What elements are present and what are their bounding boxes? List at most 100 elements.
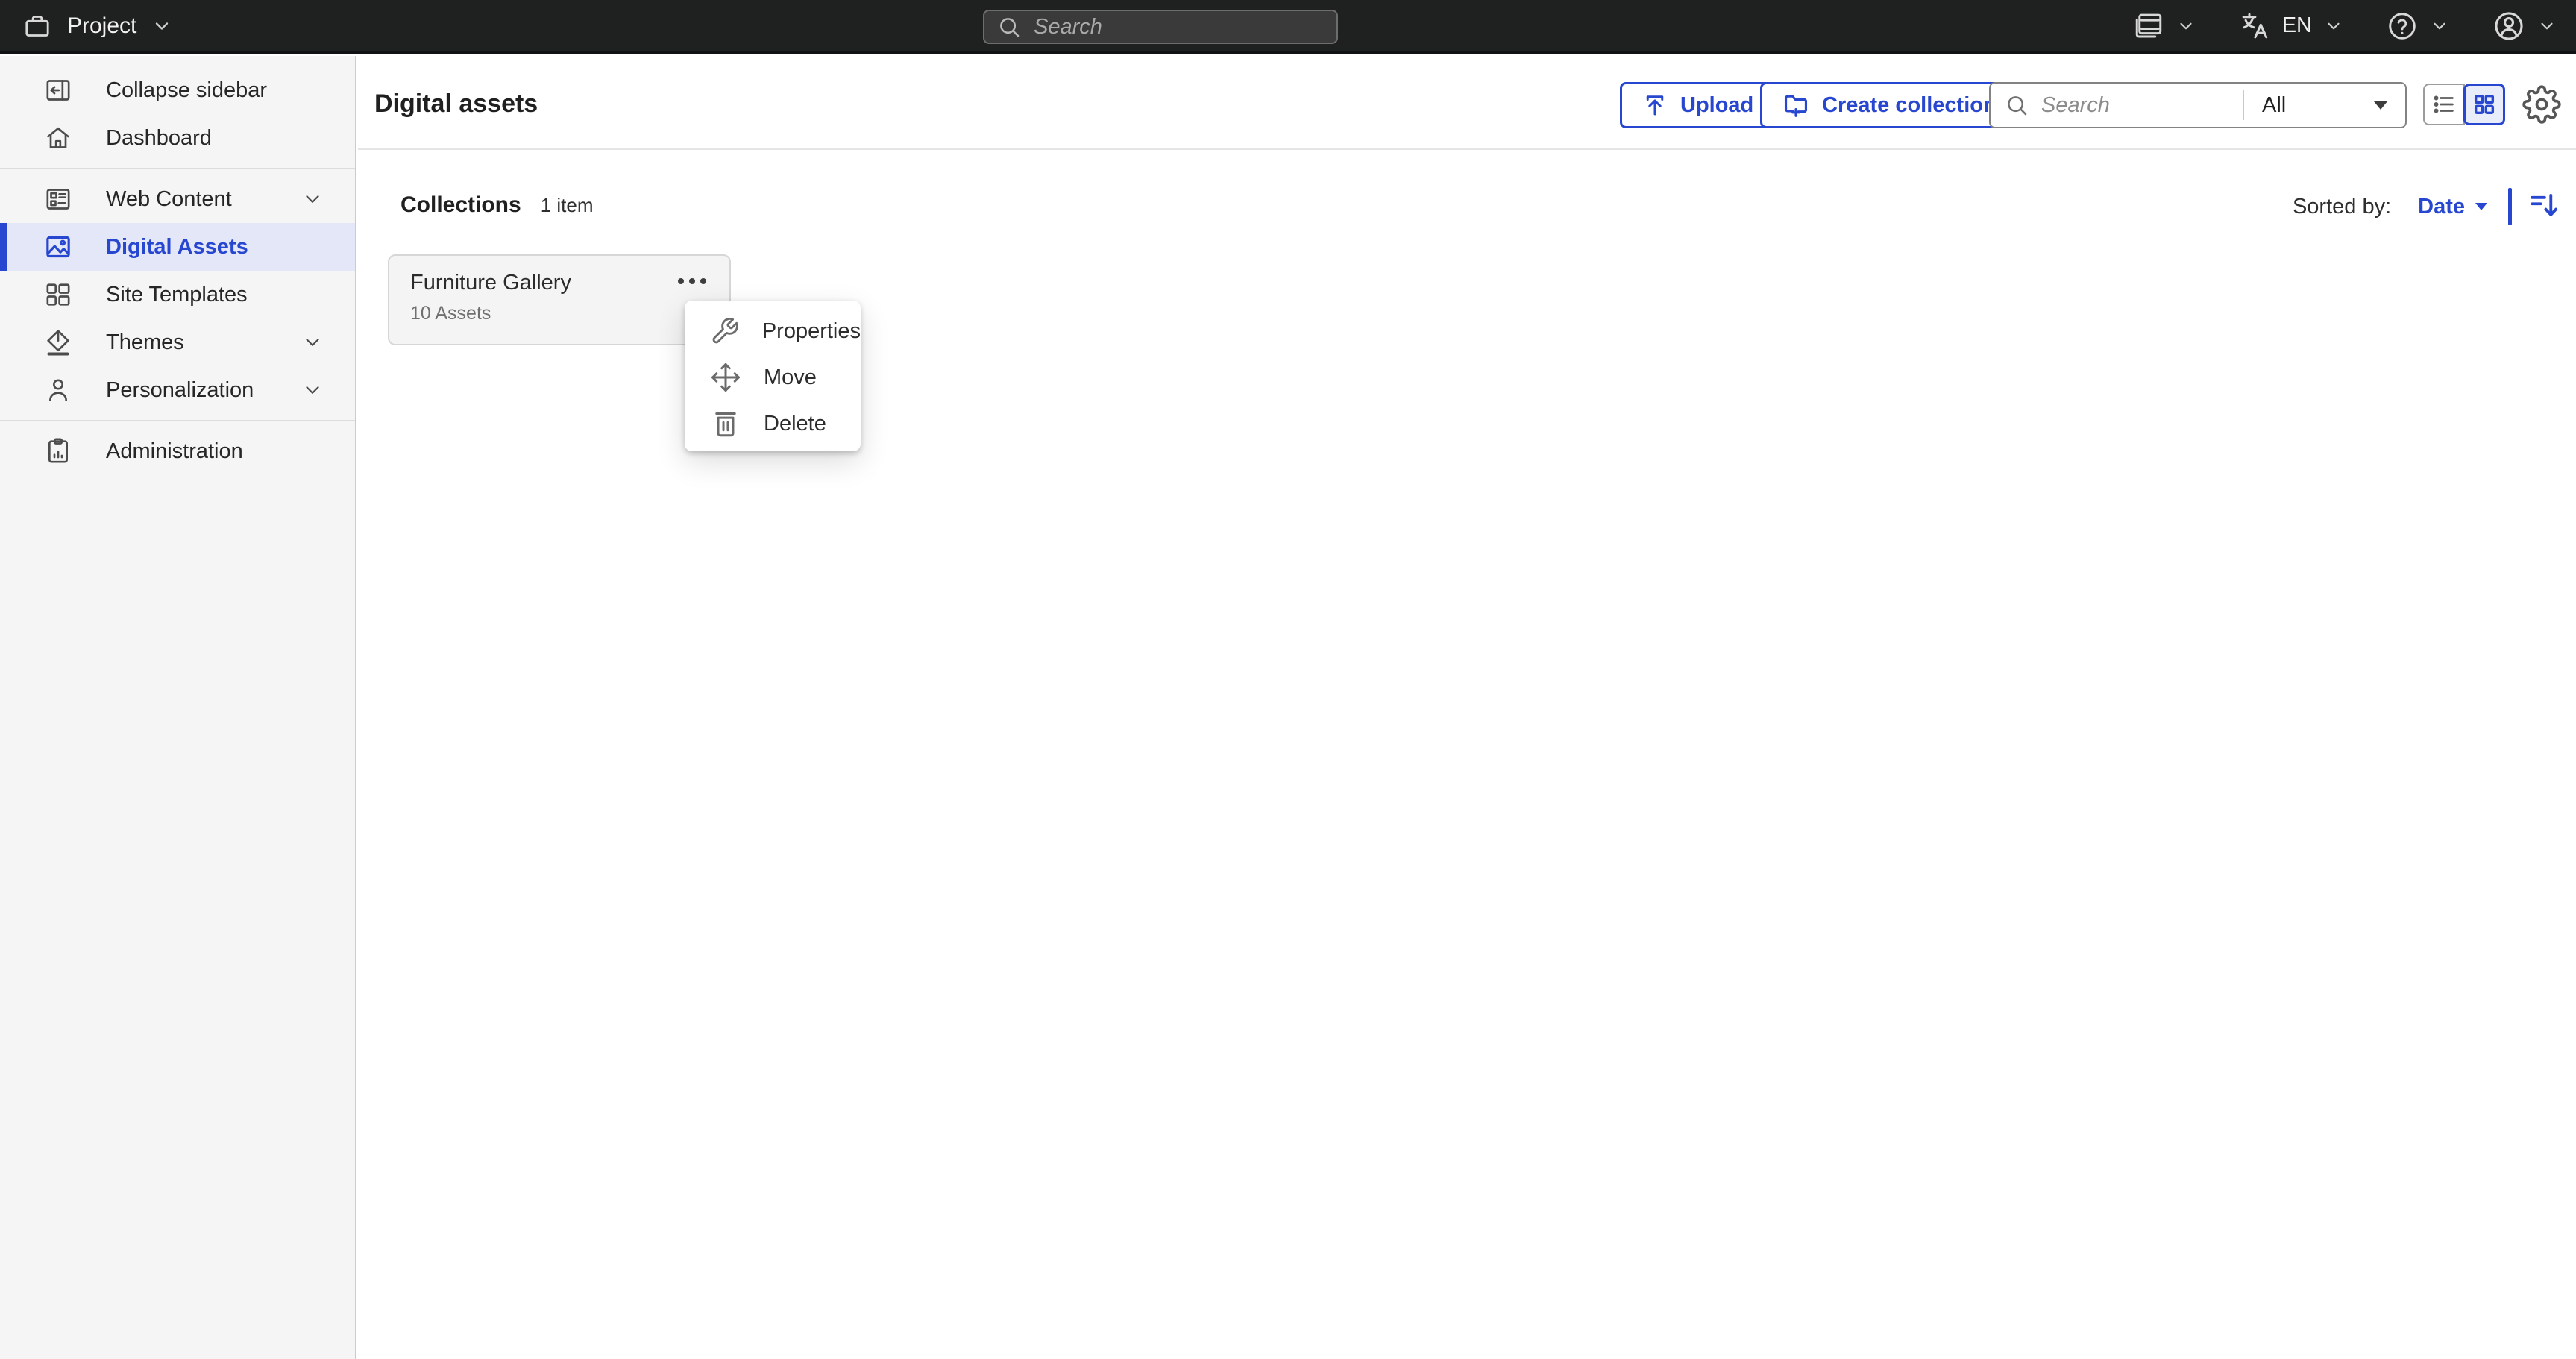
- sidebar-item-themes[interactable]: Themes: [0, 318, 355, 366]
- collections-header: Collections 1 item: [400, 192, 594, 218]
- card-context-menu: Properties Move Delete: [685, 301, 861, 451]
- wrench-icon: [710, 316, 740, 347]
- project-switcher[interactable]: Project: [22, 11, 172, 41]
- trash-icon: [710, 408, 741, 439]
- chevron-down-icon: [2324, 16, 2343, 36]
- upload-button-label: Upload: [1680, 93, 1753, 118]
- sidebar-item-label: Dashboard: [106, 126, 212, 151]
- move-icon: [710, 362, 741, 393]
- global-search[interactable]: [983, 10, 1338, 44]
- sidebar-item-personalization[interactable]: Personalization: [0, 366, 355, 414]
- sort-direction-button[interactable]: [2528, 189, 2560, 225]
- sort-descending-icon: [2528, 189, 2560, 221]
- sidebar-item-label: Web Content: [106, 187, 232, 212]
- chevron-down-icon: [2430, 16, 2449, 36]
- grid-view-button[interactable]: [2463, 84, 2505, 125]
- menu-item-properties[interactable]: Properties: [685, 308, 861, 354]
- sites-icon: [2133, 10, 2164, 42]
- grid-view-icon: [2472, 92, 2497, 117]
- list-view-button[interactable]: [2423, 84, 2465, 125]
- list-view-icon: [2431, 92, 2457, 117]
- asset-search[interactable]: [1991, 92, 2243, 118]
- site-switcher-menu[interactable]: [2133, 10, 2196, 42]
- chevron-down-icon: [301, 379, 324, 401]
- topbar-right: EN: [2133, 10, 2557, 43]
- sidebar-item-label: Digital Assets: [106, 235, 248, 260]
- sort-field-value: Date: [2418, 195, 2465, 219]
- global-search-input[interactable]: [1034, 15, 1325, 40]
- sidebar-item-label: Collapse sidebar: [106, 78, 267, 103]
- administration-icon: [43, 436, 73, 466]
- chevron-down-icon: [2537, 16, 2557, 36]
- sidebar-item-label: Personalization: [106, 378, 254, 403]
- help-icon: [2387, 10, 2418, 42]
- personalization-icon: [43, 375, 73, 405]
- menu-item-label: Move: [764, 365, 817, 390]
- view-toggle: [2423, 84, 2505, 125]
- sidebar-item-digital-assets[interactable]: Digital Assets: [0, 223, 355, 271]
- asset-search-combo: All: [1989, 82, 2407, 128]
- page-title: Digital assets: [374, 90, 538, 119]
- sort-controls: Sorted by: Date: [2293, 188, 2560, 225]
- sidebar: Collapse sidebar Dashboard Web Content D…: [0, 56, 356, 1359]
- chevron-down-icon: [301, 331, 324, 354]
- upload-icon: [1642, 92, 1668, 119]
- header-divider: [358, 148, 2576, 150]
- sidebar-item-site-templates[interactable]: Site Templates: [0, 271, 355, 318]
- settings-button[interactable]: [2522, 85, 2561, 128]
- home-icon: [43, 123, 73, 153]
- topbar: Project: [0, 0, 2576, 54]
- translate-icon: [2239, 10, 2270, 42]
- chevron-down-icon: [301, 188, 324, 210]
- sorted-by-label: Sorted by:: [2293, 195, 2391, 219]
- site-templates-icon: [43, 280, 73, 310]
- dropdown-caret-icon: [2475, 203, 2487, 210]
- collapse-sidebar-icon: [43, 75, 73, 105]
- search-icon: [996, 14, 1022, 40]
- sidebar-item-administration[interactable]: Administration: [0, 427, 355, 475]
- sidebar-divider: [0, 420, 355, 421]
- chevron-down-icon: [2176, 16, 2196, 36]
- help-menu[interactable]: [2387, 10, 2449, 42]
- menu-item-delete[interactable]: Delete: [685, 401, 861, 447]
- themes-icon: [43, 327, 73, 357]
- folder-plus-icon: [1782, 91, 1810, 119]
- language-menu[interactable]: EN: [2239, 10, 2343, 42]
- upload-button[interactable]: Upload: [1620, 82, 1775, 128]
- collection-card-count: 10 Assets: [410, 303, 711, 324]
- digital-assets-icon: [43, 232, 73, 262]
- sidebar-item-collapse-sidebar[interactable]: Collapse sidebar: [0, 66, 355, 114]
- sidebar-item-dashboard[interactable]: Dashboard: [0, 114, 355, 162]
- menu-item-move[interactable]: Move: [685, 354, 861, 401]
- user-avatar-icon: [2492, 10, 2525, 43]
- chevron-down-icon: [151, 16, 172, 37]
- search-icon: [2004, 92, 2029, 118]
- sort-field-dropdown[interactable]: Date: [2418, 195, 2487, 219]
- sidebar-item-label: Themes: [106, 330, 184, 355]
- collection-card-title: Furniture Gallery: [410, 271, 711, 295]
- collections-title: Collections: [400, 192, 521, 218]
- gear-icon: [2522, 85, 2561, 124]
- sidebar-item-web-content[interactable]: Web Content: [0, 175, 355, 223]
- asset-type-filter-value: All: [2262, 93, 2286, 118]
- create-collection-button[interactable]: Create collection: [1760, 82, 2018, 128]
- language-code: EN: [2282, 13, 2312, 38]
- collection-card[interactable]: Furniture Gallery 10 Assets: [388, 254, 731, 345]
- card-actions-button[interactable]: [670, 269, 714, 297]
- user-menu[interactable]: [2492, 10, 2557, 43]
- sidebar-item-label: Site Templates: [106, 283, 248, 307]
- asset-type-filter[interactable]: All: [2244, 84, 2405, 127]
- sidebar-divider: [0, 168, 355, 169]
- dropdown-caret-icon: [2374, 101, 2387, 110]
- sidebar-item-label: Administration: [106, 439, 243, 464]
- collections-count: 1 item: [541, 194, 594, 217]
- asset-search-input[interactable]: [2041, 93, 2213, 118]
- ellipsis-icon: [676, 275, 709, 287]
- briefcase-icon: [22, 11, 52, 41]
- project-label: Project: [67, 13, 136, 39]
- create-collection-button-label: Create collection: [1822, 93, 1997, 118]
- sort-divider: [2508, 188, 2512, 225]
- menu-item-label: Properties: [762, 319, 861, 344]
- menu-item-label: Delete: [764, 412, 826, 436]
- web-content-icon: [43, 184, 73, 214]
